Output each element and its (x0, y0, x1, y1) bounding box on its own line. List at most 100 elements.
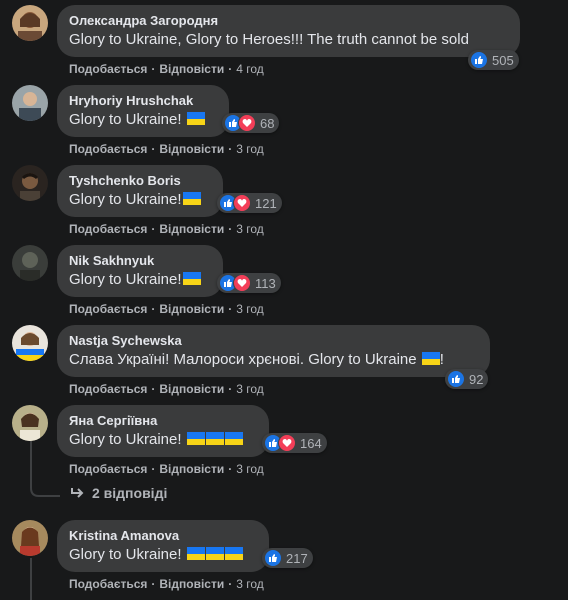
timestamp-link[interactable]: 3 год (236, 302, 264, 316)
comment-text: Слава Україні! Малороси хрєнові. Glory t… (69, 351, 444, 368)
reply-link[interactable]: Відповісти (159, 462, 224, 476)
comment-actions: Подобається · Відповісти · 3 год (69, 382, 264, 396)
timestamp-link[interactable]: 3 год (236, 577, 264, 591)
reply-link[interactable]: Відповісти (159, 382, 224, 396)
ukraine-flag-icon (182, 272, 201, 285)
comment-author[interactable]: Яна Сергіївна (69, 413, 257, 429)
comment-author[interactable]: Kristina Amanova (69, 528, 257, 544)
ukraine-flag-icon (224, 432, 243, 445)
comment-actions: Подобається · Відповісти · 3 год (69, 142, 264, 156)
separator: · (151, 462, 156, 476)
like-link[interactable]: Подобається (69, 222, 147, 236)
ukraine-flag-icon (205, 547, 224, 560)
timestamp-link[interactable]: 3 год (236, 222, 264, 236)
reply-arrow-icon (71, 488, 84, 498)
reactions-summary[interactable]: 164 (262, 433, 327, 453)
reactions-summary[interactable]: 505 (468, 50, 519, 70)
comment-actions: Подобається · Відповісти · 4 год (69, 62, 264, 76)
comment-author[interactable]: Nastja Sychewska (69, 333, 478, 349)
love-reaction-icon (233, 194, 251, 212)
ukraine-flag-icon (186, 112, 205, 125)
comment-text: Glory to Ukraine! (69, 270, 211, 290)
ukraine-flag-icon (182, 192, 201, 205)
separator: · (228, 62, 233, 76)
comment-bubble: Nastja Sychewska Слава Україні! Малороси… (57, 325, 490, 377)
reaction-count: 68 (260, 115, 275, 131)
comment-author[interactable]: Hryhoriy Hrushchak (69, 93, 217, 109)
comment-actions: Подобається · Відповісти · 3 год (69, 462, 264, 476)
comment-author[interactable]: Tyshchenko Boris (69, 173, 211, 189)
separator: · (228, 462, 233, 476)
separator: · (228, 302, 233, 316)
reactions-summary[interactable]: 113 (217, 273, 281, 293)
comment-bubble: Kristina Amanova Glory to Ukraine! (57, 520, 269, 572)
comment-bubble: Яна Сергіївна Glory to Ukraine! (57, 405, 269, 457)
reaction-count: 113 (255, 275, 276, 291)
comment-text: Glory to Ukraine! (69, 430, 257, 450)
thread-line (30, 558, 32, 600)
comment-bubble: Tyshchenko Boris Glory to Ukraine! (57, 165, 223, 217)
separator: · (151, 142, 156, 156)
reactions-summary[interactable]: 121 (217, 193, 282, 213)
comment-actions: Подобається · Відповісти · 3 год (69, 302, 264, 316)
view-replies-link[interactable]: 2 відповіді (70, 485, 167, 501)
separator: · (151, 382, 156, 396)
separator: · (151, 222, 156, 236)
like-link[interactable]: Подобається (69, 302, 147, 316)
like-link[interactable]: Подобається (69, 142, 147, 156)
reply-link[interactable]: Відповісти (159, 222, 224, 236)
separator: · (228, 382, 233, 396)
love-reaction-icon (278, 434, 296, 452)
ukraine-flag-icon (186, 432, 205, 445)
reaction-count: 121 (255, 195, 277, 211)
comment-actions: Подобається · Відповісти · 3 год (69, 577, 264, 591)
like-link[interactable]: Подобається (69, 577, 147, 591)
reactions-summary[interactable]: 217 (262, 548, 313, 568)
reply-link[interactable]: Відповісти (159, 577, 224, 591)
avatar[interactable] (12, 325, 48, 361)
avatar[interactable] (12, 85, 48, 121)
timestamp-link[interactable]: 3 год (236, 462, 264, 476)
comment-text: Glory to Ukraine, Glory to Heroes!!! The… (69, 31, 469, 48)
separator: · (228, 577, 233, 591)
like-link[interactable]: Подобається (69, 462, 147, 476)
separator: · (228, 222, 233, 236)
avatar[interactable] (12, 520, 48, 556)
timestamp-link[interactable]: 3 год (236, 382, 264, 396)
separator: · (151, 62, 156, 76)
ukraine-flag-icon (421, 352, 440, 365)
reaction-count: 217 (286, 550, 308, 566)
avatar[interactable] (12, 165, 48, 201)
comment-author[interactable]: Олександра Загородня (69, 13, 508, 29)
reaction-count: 92 (469, 371, 484, 387)
avatar[interactable] (12, 405, 48, 441)
reaction-count: 164 (300, 435, 322, 451)
timestamp-link[interactable]: 3 год (236, 142, 264, 156)
replies-count-label: 2 відповіді (92, 485, 168, 501)
love-reaction-icon (233, 274, 251, 292)
comment-bubble: Hryhoriy Hrushchak Glory to Ukraine! (57, 85, 229, 137)
timestamp-link[interactable]: 4 год (236, 62, 264, 76)
comment-author[interactable]: Nik Sakhnyuk (69, 253, 211, 269)
separator: · (151, 302, 156, 316)
ukraine-flag-icon (186, 547, 205, 560)
separator: · (151, 577, 156, 591)
like-link[interactable]: Подобається (69, 382, 147, 396)
love-reaction-icon (238, 114, 256, 132)
comment-text: Glory to Ukraine! (69, 545, 257, 565)
comment-text: Glory to Ukraine! (69, 110, 217, 130)
like-link[interactable]: Подобається (69, 62, 147, 76)
comment-bubble: Олександра Загородня Glory to Ukraine, G… (57, 5, 520, 57)
avatar[interactable] (12, 245, 48, 281)
like-reaction-icon (470, 51, 488, 69)
like-reaction-icon (264, 549, 282, 567)
thread-curve (30, 480, 60, 497)
reply-link[interactable]: Відповісти (159, 142, 224, 156)
reaction-count: 505 (492, 52, 514, 68)
reactions-summary[interactable]: 92 (445, 369, 489, 389)
avatar[interactable] (12, 5, 48, 41)
ukraine-flag-icon (205, 432, 224, 445)
reactions-summary[interactable]: 68 (222, 113, 280, 133)
reply-link[interactable]: Відповісти (159, 302, 224, 316)
reply-link[interactable]: Відповісти (159, 62, 224, 76)
